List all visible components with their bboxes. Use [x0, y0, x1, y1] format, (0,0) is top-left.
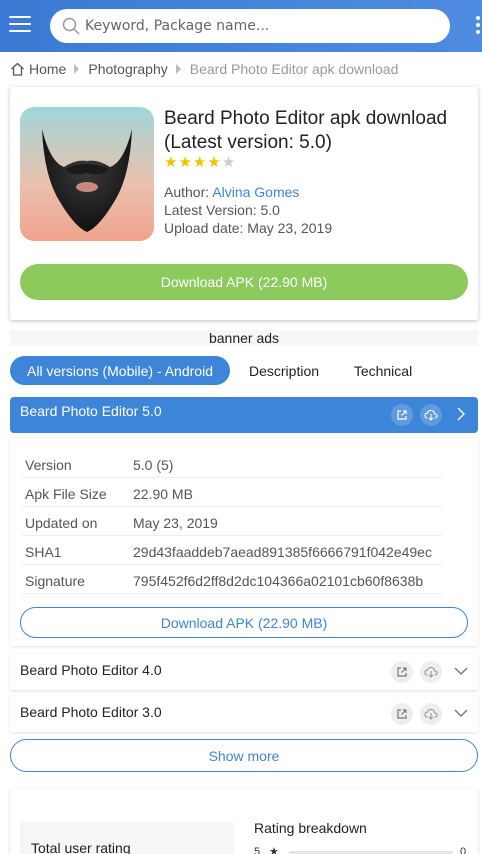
external-link-icon[interactable] [391, 404, 413, 426]
cloud-download-icon[interactable] [420, 661, 442, 683]
detail-key: Version [25, 457, 72, 473]
star-filled-icon: ★ [164, 154, 178, 171]
detail-value: 5.0 (5) [133, 457, 174, 473]
rating-count: 0 [460, 846, 467, 854]
show-more-button[interactable]: Show more [10, 739, 478, 772]
banner-ads: banner ads [10, 330, 478, 346]
detail-row-updated: Updated on May 23, 2019 [22, 507, 442, 536]
breadcrumb-category-link[interactable]: Photography [88, 61, 167, 77]
author-label: Author: [164, 184, 210, 200]
rating-stars: ★ ★ ★ ★ ★ [164, 155, 236, 171]
download-version-button[interactable]: Download APK (22.90 MB) [20, 607, 468, 638]
star-filled-icon: ★ [207, 154, 221, 171]
app-info-card: Beard Photo Editor apk download (Latest … [10, 87, 478, 320]
version-title: Beard Photo Editor 3.0 [20, 704, 162, 720]
detail-value: May 23, 2019 [133, 515, 218, 531]
upload-date: Upload date: May 23, 2019 [164, 220, 333, 236]
search-box[interactable] [50, 9, 450, 43]
top-bar [0, 0, 482, 52]
rating-breakdown-row: 5 ★ 0 [254, 846, 468, 854]
latest-version: Latest Version: 5.0 [164, 202, 280, 218]
detail-key: Updated on [25, 515, 98, 531]
version-row[interactable]: Beard Photo Editor 3.0 [10, 696, 478, 732]
detail-row-file-size: Apk File Size 22.90 MB [22, 478, 442, 507]
breadcrumb-current: Beard Photo Editor apk download [189, 61, 399, 77]
star-empty-icon: ★ [221, 154, 236, 171]
star-filled-icon: ★ [178, 154, 192, 171]
search-icon [62, 17, 80, 35]
chevron-right-icon[interactable] [456, 407, 466, 421]
total-rating-box: Total user rating [20, 822, 234, 854]
rating-breakdown-title: Rating breakdown [254, 820, 367, 836]
more-options-icon[interactable] [476, 16, 482, 38]
detail-key: Signature [25, 573, 85, 589]
version-header-current[interactable]: Beard Photo Editor 5.0 [10, 397, 478, 433]
breadcrumb-separator-icon [175, 64, 181, 74]
total-rating-label: Total user rating [31, 840, 131, 854]
tab-description[interactable]: Description [239, 356, 329, 385]
external-link-icon[interactable] [391, 703, 413, 725]
menu-icon[interactable] [9, 16, 31, 36]
cloud-download-icon[interactable] [420, 404, 442, 426]
download-apk-button[interactable]: Download APK (22.90 MB) [20, 264, 468, 300]
detail-row-signature: Signature 795f452f6d2ff8d2dc104366a02101… [22, 565, 442, 594]
version-details: Version 5.0 (5) Apk File Size 22.90 MB U… [10, 438, 478, 646]
star-icon: ★ [269, 846, 279, 854]
app-title: Beard Photo Editor apk download (Latest … [164, 108, 448, 153]
app-icon-beard [20, 107, 154, 241]
search-input[interactable] [85, 17, 435, 35]
detail-value: 795f452f6d2ff8d2dc104366a02101cb60f8638b [133, 573, 424, 589]
external-link-icon[interactable] [391, 661, 413, 683]
rating-star-level: 5 [254, 846, 261, 854]
version-row[interactable]: Beard Photo Editor 4.0 [10, 654, 478, 690]
detail-row-version: Version 5.0 (5) [22, 449, 442, 478]
detail-value: 22.90 MB [133, 486, 193, 502]
tab-all-versions[interactable]: All versions (Mobile) - Android [10, 356, 230, 385]
star-filled-icon: ★ [192, 154, 207, 171]
rating-card: Total user rating Rating breakdown 5 ★ 0 [10, 789, 478, 854]
version-title: Beard Photo Editor 4.0 [20, 662, 162, 678]
chevron-down-icon[interactable] [454, 666, 468, 676]
version-title: Beard Photo Editor 5.0 [20, 403, 162, 419]
cloud-download-icon[interactable] [420, 703, 442, 725]
breadcrumb: Home Photography Beard Photo Editor apk … [10, 61, 398, 77]
detail-key: Apk File Size [25, 486, 107, 502]
detail-key: SHA1 [25, 544, 62, 560]
tab-bar: All versions (Mobile) - Android Descript… [10, 356, 480, 386]
chevron-down-icon[interactable] [454, 708, 468, 718]
breadcrumb-separator-icon [74, 64, 80, 74]
home-icon [11, 62, 24, 76]
author-link[interactable]: Alvina Gomes [212, 184, 299, 200]
tab-technical[interactable]: Technical [343, 356, 423, 385]
breadcrumb-home-link[interactable]: Home [29, 61, 66, 77]
detail-row-sha1: SHA1 29d43faaddeb7aead891385f6666791f042… [22, 536, 442, 565]
detail-value: 29d43faaddeb7aead891385f6666791f042e49ec [133, 544, 432, 560]
author-line: Author: Alvina Gomes [164, 184, 299, 200]
